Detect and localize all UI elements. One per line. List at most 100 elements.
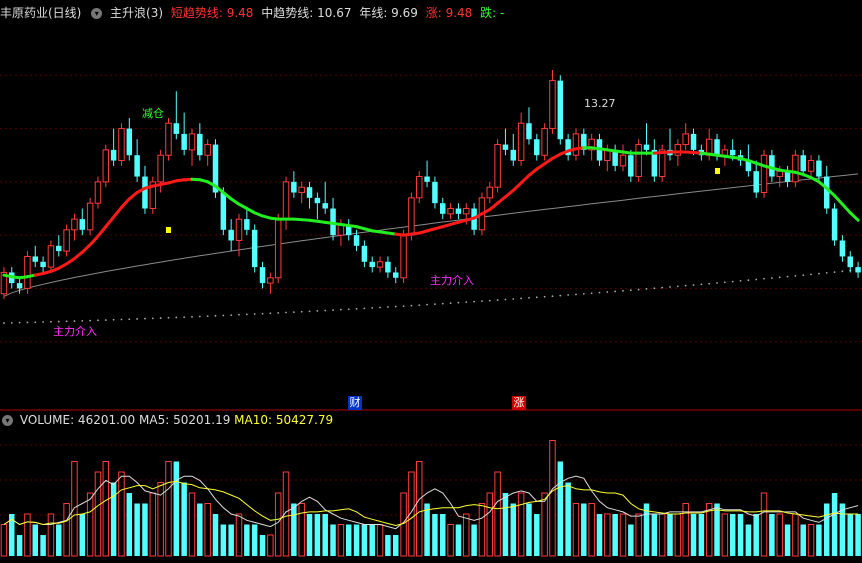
candle-body <box>361 245 368 262</box>
volume-bar <box>392 535 399 556</box>
candle-body <box>204 144 211 156</box>
candle-body <box>267 277 274 284</box>
indicator-header: 丰原药业(日线) ▾ 主升浪(3) 短趋势线: 9.48 中趋势线: 10.67… <box>0 4 508 22</box>
volume-bar <box>322 514 328 556</box>
year-line-dot <box>567 294 570 296</box>
volume-bar <box>581 503 587 556</box>
candle-body <box>526 123 532 140</box>
candle-body <box>424 176 430 182</box>
year-line-dot <box>144 317 146 320</box>
year-line-dot <box>3 322 5 324</box>
candle-body <box>369 261 375 268</box>
short-trend-segment <box>72 250 84 261</box>
candle-body <box>792 154 799 183</box>
candle-body <box>47 245 55 268</box>
year-line-dot <box>324 309 327 312</box>
volume-bar <box>298 503 305 557</box>
year-line-dot <box>496 299 499 301</box>
short-trend-segment <box>488 201 500 212</box>
year-line-dot <box>543 295 546 298</box>
indicator-name[interactable]: 主升浪(3) <box>110 6 163 20</box>
volume-bar <box>71 461 78 557</box>
year-line-dot <box>723 281 726 284</box>
short-trend-segment <box>112 205 123 219</box>
candle-body <box>314 197 321 204</box>
candle-body <box>181 133 187 150</box>
chart-canvas[interactable]: 丰原药业(日线) ▾ 主升浪(3) 短趋势线: 9.48 中趋势线: 10.67… <box>0 0 862 559</box>
year-line-dot <box>841 270 844 273</box>
main-force-label-2: 主力介入 <box>430 274 474 287</box>
year-line-dot <box>825 271 828 274</box>
year-line-dot <box>818 272 820 275</box>
year-line-dot <box>512 298 515 300</box>
candle-body <box>816 160 822 177</box>
candle-body <box>847 256 853 268</box>
candle-body <box>729 149 736 156</box>
candle-body <box>432 181 438 204</box>
volume-bar <box>651 514 658 556</box>
year-line-dot <box>794 274 797 277</box>
year-line-dot <box>410 304 413 307</box>
year-line-dot <box>786 275 789 278</box>
rise-event-badge[interactable]: 涨 <box>512 396 526 410</box>
candle-body <box>385 261 391 273</box>
volume-bar <box>32 524 39 556</box>
year-line-dot <box>402 305 405 307</box>
volume-bar <box>784 524 791 556</box>
volume-bar <box>667 514 673 556</box>
candle-body <box>557 80 564 140</box>
stock-title[interactable]: 丰原药业(日线) <box>0 6 81 20</box>
candle-body <box>142 176 148 209</box>
volume-bar <box>478 503 486 557</box>
volume-bar <box>596 514 603 556</box>
year-line-dot <box>465 301 468 304</box>
candle-body <box>674 144 682 156</box>
year-line-dot <box>214 314 217 317</box>
year-line-dot <box>18 321 21 324</box>
short-trend-segment <box>503 188 515 199</box>
year-line-dot <box>316 310 319 312</box>
candle-body <box>165 122 172 156</box>
year-line-dot <box>261 312 264 315</box>
year-line-dot <box>802 274 805 277</box>
candle-body <box>244 219 250 230</box>
candle-body <box>197 133 203 156</box>
candle-body <box>494 144 501 188</box>
year-line-dot <box>175 316 178 319</box>
volume-bar <box>831 493 838 556</box>
candle-body <box>572 133 580 156</box>
year-line-dot <box>700 283 703 286</box>
volume-bar <box>86 492 94 557</box>
volume-value: VOLUME: 46201.00 <box>19 413 136 427</box>
volume-bar <box>259 535 266 556</box>
dropdown-icon[interactable]: ▾ <box>91 8 103 19</box>
candle-body <box>173 123 180 134</box>
volume-bar <box>628 524 634 556</box>
volume-bar <box>361 524 368 556</box>
volume-bar <box>165 461 172 557</box>
candle-body <box>628 155 634 177</box>
candle-body <box>63 229 70 252</box>
year-line-dot <box>42 321 44 323</box>
dropdown-icon[interactable]: ▾ <box>2 415 13 426</box>
year-line-dot <box>97 319 99 322</box>
volume-bar <box>807 524 815 557</box>
candle-body <box>94 181 102 204</box>
year-line-dot <box>755 278 758 281</box>
candle-body <box>259 267 266 284</box>
volume-bar <box>181 482 187 556</box>
volume-bar <box>729 514 736 556</box>
volume-bar <box>682 503 689 557</box>
year-line-dot <box>159 317 162 319</box>
candle-body <box>643 144 650 150</box>
volume-bar <box>572 503 580 557</box>
year-line-value: 年线: 9.69 <box>359 6 418 20</box>
year-line-dot <box>606 291 609 293</box>
year-line-dot <box>731 280 734 283</box>
volume-bar <box>855 514 861 556</box>
candle-body <box>776 170 783 178</box>
volume-bar <box>63 503 70 557</box>
finance-event-badge[interactable]: 财 <box>348 396 362 410</box>
volume-bar <box>816 524 822 556</box>
volume-bar <box>517 492 525 557</box>
